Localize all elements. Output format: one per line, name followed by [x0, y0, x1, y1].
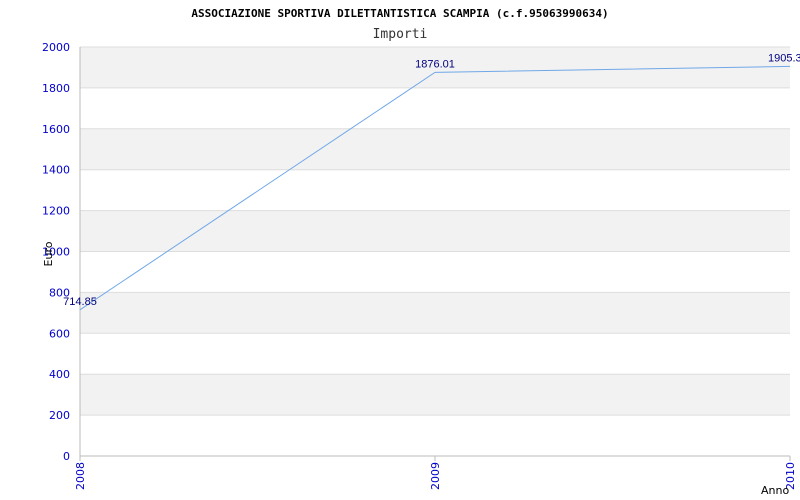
- y-tick-label: 0: [63, 450, 70, 463]
- y-tick-label: 1200: [42, 205, 70, 218]
- x-tick-label: 2009: [429, 462, 442, 490]
- grid-band: [80, 128, 790, 170]
- y-tick-label: 1800: [42, 82, 70, 95]
- y-tick-label: 1600: [42, 123, 70, 136]
- chart-subtitle: Importi: [373, 27, 428, 42]
- y-tick-label: 400: [49, 368, 70, 381]
- data-labels: 714.85 1876.01 1905.3: [63, 52, 800, 307]
- grid-bands: [80, 47, 790, 416]
- series-group: [79, 65, 791, 311]
- data-label: 1876.01: [415, 58, 455, 70]
- y-tick-label: 200: [49, 409, 70, 422]
- grid-band: [80, 374, 790, 416]
- y-tick-label: 2000: [42, 41, 70, 54]
- series-line: [79, 65, 791, 311]
- data-label: 714.85: [63, 296, 97, 308]
- line-chart: ASSOCIAZIONE SPORTIVA DILETTANTISTICA SC…: [42, 7, 800, 497]
- x-tick-labels: 2008 2009 2010: [74, 462, 797, 490]
- data-label: 1905.3: [768, 52, 800, 64]
- x-tick-label: 2008: [74, 462, 87, 490]
- grid-band: [80, 210, 790, 252]
- y-tick-label: 1400: [42, 164, 70, 177]
- x-axis-label: Anno: [761, 484, 789, 497]
- grid-band: [80, 292, 790, 334]
- chart-title: ASSOCIAZIONE SPORTIVA DILETTANTISTICA SC…: [191, 7, 608, 20]
- y-tick-label: 600: [49, 327, 70, 340]
- y-axis-label: Euro: [42, 241, 55, 266]
